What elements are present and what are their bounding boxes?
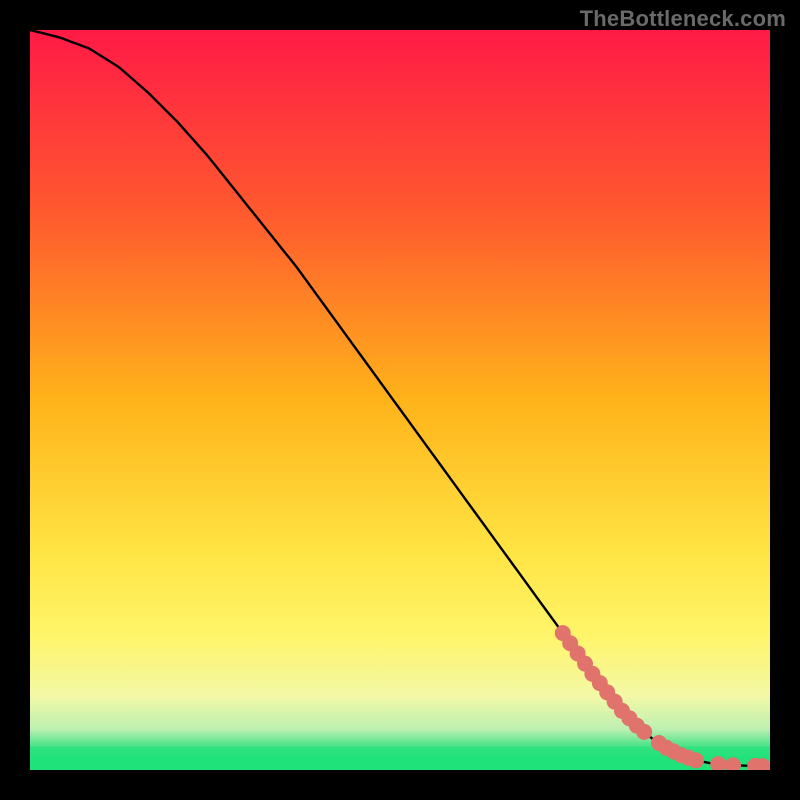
curve-marker — [636, 724, 652, 740]
curve-marker — [688, 752, 704, 768]
gradient-background — [30, 30, 770, 770]
curve-marker — [755, 758, 771, 774]
curve-marker — [725, 757, 741, 773]
chart-stage: TheBottleneck.com — [0, 0, 800, 800]
chart-svg — [0, 0, 800, 800]
curve-marker — [710, 756, 726, 772]
